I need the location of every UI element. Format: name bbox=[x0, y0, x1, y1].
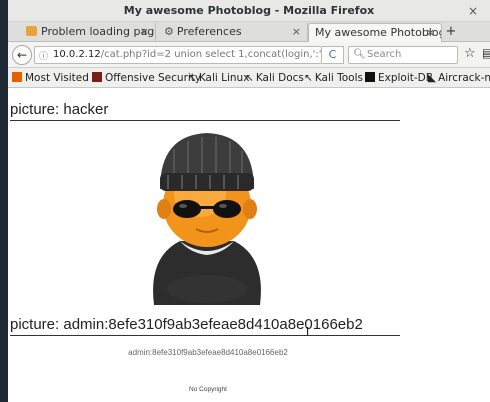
bookmark-label: Aircrack-ng bbox=[438, 72, 490, 84]
search-placeholder: Search bbox=[367, 49, 402, 60]
tab-label: Problem loading page bbox=[41, 25, 156, 38]
picture-title: picture: hacker bbox=[10, 101, 400, 121]
bookmark-label: Kali Docs bbox=[255, 72, 304, 84]
offsec-icon bbox=[92, 72, 102, 82]
aircrack-icon: ◣ bbox=[428, 72, 437, 84]
title-bar: My awesome Photoblog - Mozilla Firefox × bbox=[8, 0, 490, 22]
tab-close-icon[interactable]: × bbox=[292, 23, 301, 41]
url-bar[interactable]: ⓘ 10.0.2.12/cat.php?id=2 union select 1,… bbox=[34, 46, 322, 64]
tab-problem-loading[interactable]: Problem loading page × bbox=[20, 23, 156, 42]
url-path: /cat.php?id=2 union select 1,concat(logi… bbox=[100, 49, 322, 60]
bookmark-kali-docs[interactable]: ↖ Kali Docs bbox=[245, 68, 304, 87]
search-icon: 🔍︎ bbox=[353, 49, 366, 60]
bookmark-aircrack-ng[interactable]: ◣Aircrack-ng bbox=[428, 68, 490, 87]
bookmark-label: Most Visited ▾ bbox=[25, 72, 98, 84]
window-title: My awesome Photoblog - Mozilla Firefox bbox=[123, 4, 375, 17]
info-icon[interactable]: ⓘ bbox=[39, 49, 48, 63]
exploitdb-icon bbox=[365, 72, 375, 82]
firefox-window: My awesome Photoblog - Mozilla Firefox ×… bbox=[8, 0, 490, 402]
text-cursor-icon: I bbox=[306, 325, 310, 338]
picture-title: picture: admin:8efe310f9ab3efeae8d410a8e… bbox=[10, 316, 400, 336]
library-icon[interactable]: ▤ bbox=[482, 46, 490, 60]
bookmark-offensive-security[interactable]: Offensive Security bbox=[92, 68, 202, 87]
kali-dragon-icon: ↖ bbox=[304, 72, 313, 84]
bookmark-star-icon[interactable]: ☆ bbox=[464, 46, 476, 61]
bookmarks-toolbar: Most Visited ▾ Offensive Security ↖ Kali … bbox=[8, 68, 490, 88]
tab-label: Preferences bbox=[176, 25, 242, 38]
bookmark-label: Exploit-DB bbox=[378, 72, 433, 84]
bookmark-kali-linux[interactable]: ↖ Kali Linux bbox=[188, 68, 250, 87]
url-host: 10.0.2.12 bbox=[53, 49, 101, 60]
bookmark-most-visited[interactable]: Most Visited ▾ bbox=[12, 68, 98, 87]
bookmark-kali-tools[interactable]: ↖ Kali Tools bbox=[304, 68, 363, 87]
navigation-bar: ← ⓘ 10.0.2.12/cat.php?id=2 union select … bbox=[8, 42, 490, 68]
gear-icon: ⚙ bbox=[164, 25, 174, 38]
tab-photoblog[interactable]: My awesome Photoblog × bbox=[308, 23, 442, 42]
tab-close-icon[interactable]: × bbox=[140, 23, 149, 41]
bookmark-label: Offensive Security bbox=[105, 72, 202, 84]
hacker-image bbox=[153, 133, 261, 305]
most-visited-icon bbox=[12, 72, 22, 82]
tab-strip: Problem loading page × ⚙ Preferences × My… bbox=[8, 22, 490, 42]
tab-label: My awesome Photoblog bbox=[315, 26, 442, 39]
kali-dragon-icon: ↖ bbox=[188, 72, 197, 84]
search-input[interactable]: 🔍︎ Search bbox=[348, 46, 458, 64]
kali-dragon-icon: ↖ bbox=[245, 72, 254, 84]
warning-icon bbox=[26, 26, 37, 36]
page-content: picture: hacker picture: admin:8efe310f9… bbox=[8, 89, 490, 402]
bookmark-label: Kali Tools bbox=[314, 72, 363, 84]
reload-button[interactable]: C bbox=[322, 46, 344, 64]
tab-close-icon[interactable]: × bbox=[426, 24, 435, 42]
picture-caption: admin:8efe310f9ab3efeae8d410a8e0166eb2 bbox=[128, 348, 288, 357]
bookmark-label: Kali Linux bbox=[198, 72, 250, 84]
new-tab-button[interactable]: + bbox=[442, 23, 460, 41]
bookmark-exploit-db[interactable]: Exploit-DB bbox=[365, 68, 433, 87]
tab-preferences[interactable]: ⚙ Preferences × bbox=[158, 23, 308, 42]
footer-text: No Copyright bbox=[189, 386, 227, 393]
back-button[interactable]: ← bbox=[12, 45, 32, 65]
window-close-button[interactable]: × bbox=[468, 0, 478, 22]
